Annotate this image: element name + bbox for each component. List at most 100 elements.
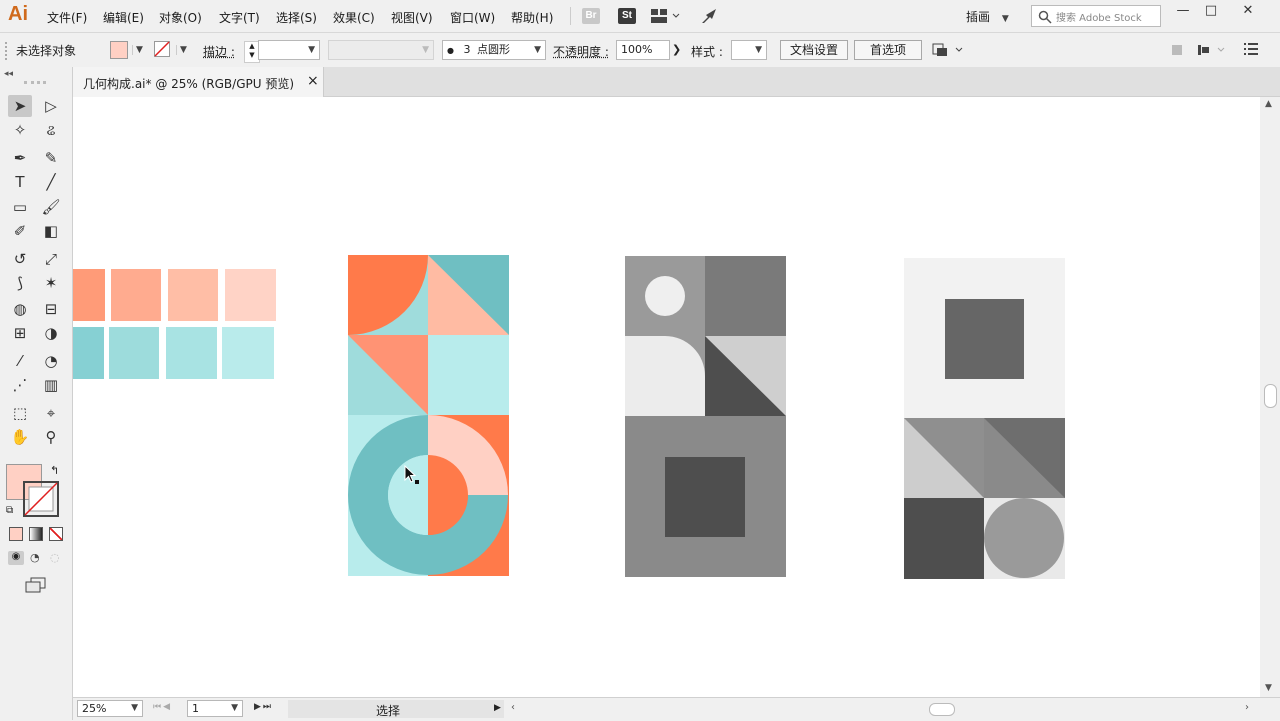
width-icon[interactable]: ⟆ xyxy=(8,272,32,294)
bridge-button[interactable]: Br xyxy=(582,8,600,24)
restore-button[interactable]: □ xyxy=(1200,3,1222,23)
swatch-teal-2[interactable] xyxy=(109,327,159,379)
status-menu-chevron-icon[interactable]: ▶ xyxy=(494,703,501,713)
draw-normal-icon[interactable]: ◉ xyxy=(8,551,24,565)
menu-effect[interactable]: 效果(C) xyxy=(333,9,375,26)
vertical-scrollbar[interactable]: ▲ ▼ xyxy=(1260,97,1280,697)
stroke-swatch[interactable] xyxy=(154,41,170,60)
swatch-coral-3[interactable] xyxy=(168,269,218,321)
close-tab-icon[interactable]: × xyxy=(307,73,319,89)
status-info[interactable]: 选择 ▶ xyxy=(288,700,504,718)
horizontal-scroll-thumb[interactable] xyxy=(929,703,955,716)
selection-tool-icon[interactable]: ➤ xyxy=(8,95,32,117)
screen-mode-icon[interactable] xyxy=(25,577,47,596)
rotate-icon[interactable]: ↺ xyxy=(8,248,32,270)
graph-icon[interactable]: ▥ xyxy=(39,374,63,396)
arrange-icon[interactable] xyxy=(932,42,964,61)
menu-edit[interactable]: 编辑(E) xyxy=(103,9,144,26)
zoom-icon[interactable]: ⚲ xyxy=(39,426,63,448)
gradient-icon[interactable]: ◑ xyxy=(39,322,63,344)
swatch-teal-3[interactable] xyxy=(166,327,217,379)
magic-wand-icon[interactable]: ✧ xyxy=(8,119,32,141)
line-icon[interactable]: ╱ xyxy=(39,171,63,193)
grip-handle[interactable] xyxy=(5,42,9,60)
swatch-coral-4[interactable] xyxy=(225,269,276,321)
pin-icon[interactable]: ✶ xyxy=(39,272,63,294)
minimize-button[interactable]: — xyxy=(1172,3,1194,23)
stock-button[interactable]: St xyxy=(618,8,636,24)
hand-icon[interactable]: ✋ xyxy=(8,426,32,448)
close-window-button[interactable]: ✕ xyxy=(1237,3,1259,23)
menu-type[interactable]: 文字(T) xyxy=(219,9,260,26)
collapse-panel-icon[interactable]: ◂◂ xyxy=(4,69,13,79)
fill-dropdown-chevron-icon[interactable]: ▼ xyxy=(132,45,143,55)
artboard-number-input[interactable]: 1 ▼ xyxy=(187,700,243,717)
paintbrush-icon[interactable]: 🖌 xyxy=(39,196,63,218)
first-artboard-icon[interactable]: ⏮◀ xyxy=(153,702,172,712)
mesh-icon[interactable]: ⊞ xyxy=(8,322,32,344)
scroll-up-icon[interactable]: ▲ xyxy=(1265,99,1272,109)
next-artboard-icon[interactable]: ▶⏭ xyxy=(254,702,273,712)
type-icon[interactable]: T xyxy=(8,171,32,193)
stroke-weight-input[interactable]: ▼ xyxy=(258,40,320,60)
draw-behind-icon[interactable]: ◔ xyxy=(30,551,40,564)
swatch-teal-4[interactable] xyxy=(222,327,274,379)
opacity-expand-chevron-icon[interactable]: ❯ xyxy=(672,43,681,56)
grip-handle[interactable] xyxy=(24,81,46,84)
shape-builder-icon[interactable]: ◍ xyxy=(8,298,32,320)
eyedropper-icon[interactable]: ⁄ xyxy=(8,350,32,372)
color-mode-icon[interactable] xyxy=(9,527,23,541)
workspace-switcher[interactable]: 插画 ▼ xyxy=(966,8,1009,25)
align-icon[interactable] xyxy=(1170,42,1230,61)
scroll-right-icon[interactable]: › xyxy=(1245,702,1249,713)
opacity-input[interactable]: 100% xyxy=(616,40,670,60)
rocket-icon[interactable] xyxy=(700,7,720,28)
shaper-icon[interactable]: ✐ xyxy=(8,220,32,242)
pen-icon[interactable]: ✒ xyxy=(8,147,32,169)
symbol-sprayer-icon[interactable]: ⋰ xyxy=(8,374,32,396)
vertical-scroll-thumb[interactable] xyxy=(1264,384,1277,408)
lasso-icon[interactable]: ଌ xyxy=(39,119,63,141)
none-mode-icon[interactable] xyxy=(49,527,63,541)
document-setup-button[interactable]: 文档设置 xyxy=(780,40,848,60)
artboard-gray-grid[interactable] xyxy=(904,258,1065,579)
zoom-input[interactable]: 25% ▼ xyxy=(77,700,143,717)
scale-icon[interactable]: ⤢ xyxy=(39,248,63,270)
canvas[interactable] xyxy=(73,97,1260,697)
menu-help[interactable]: 帮助(H) xyxy=(511,9,553,26)
rectangle-icon[interactable]: ▭ xyxy=(8,196,32,218)
opacity-label[interactable]: 不透明度 : xyxy=(553,43,609,60)
stock-search-input[interactable]: 搜索 Adobe Stock xyxy=(1031,5,1161,27)
menu-view[interactable]: 视图(V) xyxy=(391,9,433,26)
swatch-coral-1[interactable] xyxy=(73,269,105,321)
menu-select[interactable]: 选择(S) xyxy=(276,9,317,26)
stroke-color-box[interactable] xyxy=(23,481,59,520)
eraser-icon[interactable]: ◧ xyxy=(39,220,63,242)
style-picker[interactable]: ▼ xyxy=(731,40,767,60)
panel-menu-icon[interactable] xyxy=(1244,43,1258,58)
artboard-gray-composition[interactable] xyxy=(625,256,786,577)
document-tab[interactable]: 几何构成.ai* @ 25% (RGB/GPU 预览) × xyxy=(73,67,324,97)
swap-fill-stroke-icon[interactable]: ↰ xyxy=(50,464,59,477)
draw-inside-icon[interactable]: ◌ xyxy=(50,551,60,564)
swatch-coral-2[interactable] xyxy=(111,269,161,321)
artboard-icon[interactable]: ⬚ xyxy=(8,402,32,424)
fill-swatch[interactable] xyxy=(110,41,128,59)
menu-object[interactable]: 对象(O) xyxy=(159,9,202,26)
variable-width-profile[interactable]: ▼ xyxy=(328,40,434,60)
menu-file[interactable]: 文件(F) xyxy=(47,9,87,26)
swatch-teal-1[interactable] xyxy=(73,327,104,379)
slice-icon[interactable]: ⌖ xyxy=(39,402,63,424)
gradient-mode-icon[interactable] xyxy=(29,527,43,541)
blend-icon[interactable]: ◔ xyxy=(39,350,63,372)
arrange-documents-icon[interactable] xyxy=(651,8,681,27)
artboard-color-composition[interactable] xyxy=(348,255,509,576)
scroll-down-icon[interactable]: ▼ xyxy=(1265,683,1272,693)
preferences-button[interactable]: 首选项 xyxy=(854,40,922,60)
direct-selection-icon[interactable]: ▷ xyxy=(39,95,63,117)
menu-window[interactable]: 窗口(W) xyxy=(450,9,495,26)
brush-definition-dropdown[interactable]: ● 3 点圆形 ▼ xyxy=(442,40,546,60)
curvature-icon[interactable]: ✎ xyxy=(39,147,63,169)
stroke-dropdown-chevron-icon[interactable]: ▼ xyxy=(176,45,187,55)
perspective-icon[interactable]: ⊟ xyxy=(39,298,63,320)
